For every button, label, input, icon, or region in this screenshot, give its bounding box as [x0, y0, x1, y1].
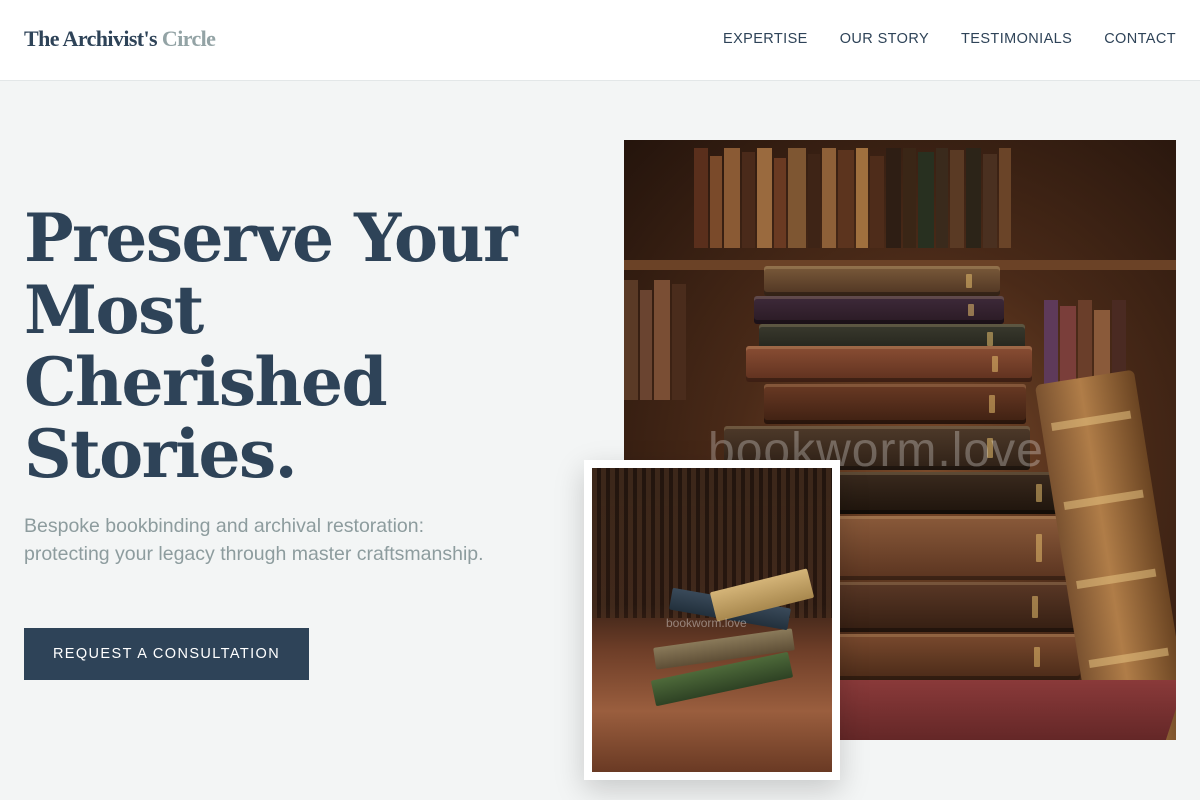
stacked-book — [746, 346, 1032, 382]
inset-image-frame: bookworm.love — [584, 460, 840, 780]
stacked-book — [764, 384, 1026, 424]
nav-item-testimonials[interactable]: TESTIMONIALS — [961, 31, 1072, 47]
red-book — [802, 680, 1176, 740]
inset-image-books-on-table: bookworm.love — [592, 468, 832, 772]
watermark: bookworm.love — [666, 616, 747, 630]
nav-item-contact[interactable]: CONTACT — [1104, 31, 1176, 47]
hero-title-line: Preserve Your — [24, 199, 518, 277]
main-nav: EXPERTISE OUR STORY TESTIMONIALS CONTACT — [723, 31, 1176, 47]
nav-item-our-story[interactable]: OUR STORY — [840, 31, 929, 47]
brand-logo[interactable]: The Archivist's Circle — [24, 26, 216, 52]
brand-name-accent: Circle — [161, 26, 216, 51]
hero-subtitle: Bespoke bookbinding and archival restora… — [24, 515, 484, 565]
hero-title: Preserve Your Most Cherished Stories. — [24, 202, 544, 490]
site-header: The Archivist's Circle EXPERTISE OUR STO… — [0, 0, 1200, 81]
hero-title-line: Most — [24, 271, 204, 349]
request-consultation-button[interactable]: REQUEST A CONSULTATION — [24, 628, 309, 680]
hero-title-line: Cherished — [24, 343, 388, 421]
brand-name: The Archivist's — [24, 26, 158, 51]
stacked-book — [764, 266, 1000, 296]
hero-title-line: Stories. — [24, 415, 298, 493]
nav-item-expertise[interactable]: EXPERTISE — [723, 31, 808, 47]
stacked-book — [754, 296, 1004, 324]
shelf-books-top — [624, 148, 1176, 248]
